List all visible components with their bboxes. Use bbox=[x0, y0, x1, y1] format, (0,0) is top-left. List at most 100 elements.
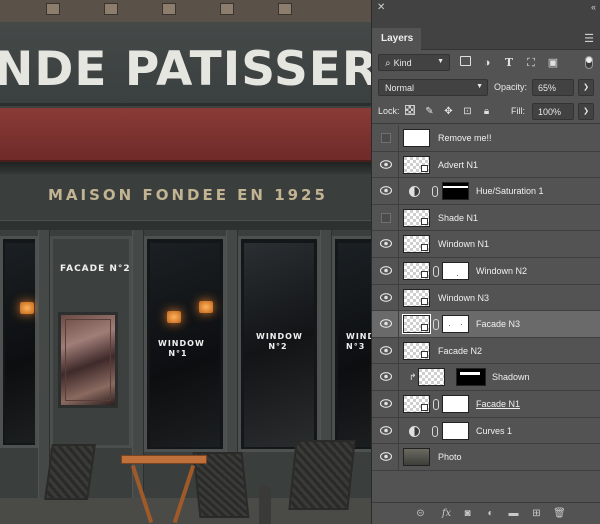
lock-artboard-icon[interactable]: ⊡ bbox=[461, 105, 474, 118]
opacity-field[interactable]: 65% bbox=[532, 79, 574, 96]
layer-row[interactable]: ↱ Shadown bbox=[372, 364, 600, 391]
layer-row[interactable]: Remove me!! bbox=[372, 125, 600, 152]
layer-thumbnail bbox=[403, 341, 430, 360]
shape-filter-icon[interactable]: ⛶ bbox=[524, 56, 538, 70]
fill-slider-toggle[interactable]: ❯ bbox=[578, 103, 594, 120]
layer-row[interactable]: Windown N2 bbox=[372, 257, 600, 285]
tab-layers[interactable]: Layers bbox=[372, 28, 421, 50]
collapse-panel-icon[interactable]: ‹‹ bbox=[591, 2, 596, 12]
layer-row[interactable]: Hue/Saturation 1 bbox=[372, 178, 600, 205]
layer-mask-thumbnail[interactable] bbox=[442, 315, 469, 334]
new-group-icon[interactable]: ▬ bbox=[507, 508, 520, 520]
document-canvas[interactable]: NDE PATISSERIE MAISON FONDEE EN 1925 FAC… bbox=[0, 0, 371, 524]
cafe-table bbox=[121, 455, 207, 464]
street-bollard bbox=[259, 485, 271, 524]
new-adjustment-icon[interactable]: ◐ bbox=[484, 508, 497, 520]
adjustment-filter-icon[interactable]: ◑ bbox=[480, 56, 494, 70]
layer-row[interactable]: Curves 1 bbox=[372, 417, 600, 445]
fill-label: Fill: bbox=[511, 106, 525, 116]
lock-label: Lock: bbox=[378, 106, 400, 116]
eye-icon[interactable] bbox=[380, 266, 392, 275]
layer-thumbnail bbox=[403, 208, 430, 227]
lock-transparency-icon[interactable] bbox=[403, 105, 416, 118]
fx-icon[interactable]: fx bbox=[440, 508, 453, 520]
eye-icon[interactable] bbox=[380, 159, 392, 169]
eye-icon[interactable] bbox=[380, 425, 392, 435]
layer-row[interactable]: Photo bbox=[372, 444, 600, 471]
layers-panel: ✕ ‹‹ Layers ☰ ⌕ Kind ▼ ◑ T ⛶ ▣ Normal ▼ O… bbox=[371, 0, 600, 524]
layer-name: Windown N3 bbox=[438, 292, 490, 303]
blend-mode-select[interactable]: Normal ▼ bbox=[378, 79, 488, 96]
building-upper-strip bbox=[0, 0, 371, 22]
layer-mask-thumbnail[interactable] bbox=[442, 421, 469, 440]
link-chain-icon[interactable] bbox=[432, 186, 438, 198]
upper-window bbox=[220, 3, 234, 15]
visibility-off-box[interactable] bbox=[381, 212, 391, 223]
layer-name: Facade N3 bbox=[476, 319, 521, 330]
close-icon[interactable]: ✕ bbox=[377, 2, 385, 13]
layer-row[interactable]: Facade N1 bbox=[372, 390, 600, 418]
window-panel-left bbox=[0, 236, 38, 448]
link-chain-icon[interactable] bbox=[433, 265, 439, 277]
layer-row-selected[interactable]: Facade N3 bbox=[372, 311, 600, 338]
shop-signboard: NDE PATISSERIE bbox=[0, 22, 371, 106]
panel-menu-icon[interactable]: ☰ bbox=[584, 32, 594, 45]
eye-icon[interactable] bbox=[380, 452, 392, 462]
adjustment-layer-icon bbox=[409, 425, 420, 437]
layer-name: Curves 1 bbox=[476, 425, 513, 436]
opacity-label: Opacity: bbox=[494, 82, 528, 92]
layer-mask-thumbnail[interactable] bbox=[442, 182, 469, 201]
layer-name: Shadown bbox=[492, 372, 530, 383]
eye-icon[interactable] bbox=[380, 319, 392, 329]
search-icon: ⌕ bbox=[385, 58, 391, 69]
layer-name: Facade N1 bbox=[476, 398, 521, 409]
layer-thumbnail bbox=[403, 261, 430, 280]
delete-layer-icon[interactable]: 🗑︎ bbox=[553, 508, 566, 520]
eye-icon[interactable] bbox=[380, 345, 392, 355]
image-filter-icon[interactable] bbox=[458, 56, 472, 70]
eye-icon[interactable] bbox=[380, 399, 392, 408]
blend-row: Normal ▼ Opacity: 65% ❯ bbox=[372, 78, 600, 100]
lock-pixels-brush-icon[interactable]: ✎ bbox=[423, 105, 436, 118]
layer-row[interactable]: Windown N3 bbox=[372, 284, 600, 312]
link-chain-icon[interactable] bbox=[433, 398, 439, 410]
link-chain-icon[interactable] bbox=[433, 319, 439, 331]
link-layers-icon[interactable]: ⊝ bbox=[414, 508, 427, 520]
link-chain-icon[interactable] bbox=[432, 425, 438, 437]
window-3-label: WINDOW N°3 bbox=[346, 332, 371, 351]
layer-row[interactable]: Facade N2 bbox=[372, 337, 600, 365]
fill-value: 100% bbox=[538, 107, 562, 117]
opacity-slider-toggle[interactable]: ❯ bbox=[578, 79, 594, 96]
layer-mask-thumbnail[interactable] bbox=[456, 368, 486, 387]
layer-name: Windown N2 bbox=[476, 265, 528, 276]
clipping-arrow-icon: ↱ bbox=[409, 372, 417, 383]
eye-icon[interactable] bbox=[380, 239, 392, 249]
smart-object-filter-icon[interactable]: ▣ bbox=[546, 56, 560, 70]
advert-poster bbox=[58, 312, 118, 408]
filter-kind-select[interactable]: ⌕ Kind ▼ bbox=[378, 54, 450, 71]
layer-row[interactable]: Windown N1 bbox=[372, 231, 600, 258]
new-layer-icon[interactable]: ⊞ bbox=[530, 508, 543, 520]
layer-name: Hue/Saturation 1 bbox=[476, 186, 544, 197]
lock-row: Lock: ✎ ✥ ⊡ 🔒︎ Fill: 100% ❯ bbox=[372, 100, 600, 124]
filter-toggle-switch[interactable] bbox=[585, 56, 593, 69]
facade-tagline: MAISON FONDEE EN 1925 bbox=[48, 186, 328, 204]
fill-field[interactable]: 100% bbox=[532, 103, 574, 120]
layer-mask-thumbnail[interactable] bbox=[442, 261, 469, 280]
visibility-off-box[interactable] bbox=[381, 133, 391, 143]
add-mask-icon[interactable]: ◙ bbox=[461, 508, 474, 520]
eye-icon[interactable] bbox=[380, 292, 392, 302]
layer-row[interactable]: Shade N1 bbox=[372, 204, 600, 232]
layer-name: Facade N2 bbox=[438, 345, 483, 356]
adjustment-layer-icon bbox=[409, 186, 420, 198]
layer-row[interactable]: Advert N1 bbox=[372, 151, 600, 179]
opacity-value: 65% bbox=[538, 83, 557, 93]
eye-icon[interactable] bbox=[380, 372, 392, 382]
lock-all-icon[interactable]: 🔒︎ bbox=[480, 105, 493, 118]
lock-position-move-icon[interactable]: ✥ bbox=[442, 105, 455, 118]
type-filter-icon[interactable]: T bbox=[502, 56, 516, 70]
layers-list: Remove me!! Advert N1 Hue/Saturation 1 S… bbox=[372, 125, 600, 471]
eye-icon[interactable] bbox=[380, 186, 392, 196]
layer-mask-thumbnail[interactable] bbox=[442, 394, 469, 413]
layer-thumbnail bbox=[403, 448, 430, 467]
